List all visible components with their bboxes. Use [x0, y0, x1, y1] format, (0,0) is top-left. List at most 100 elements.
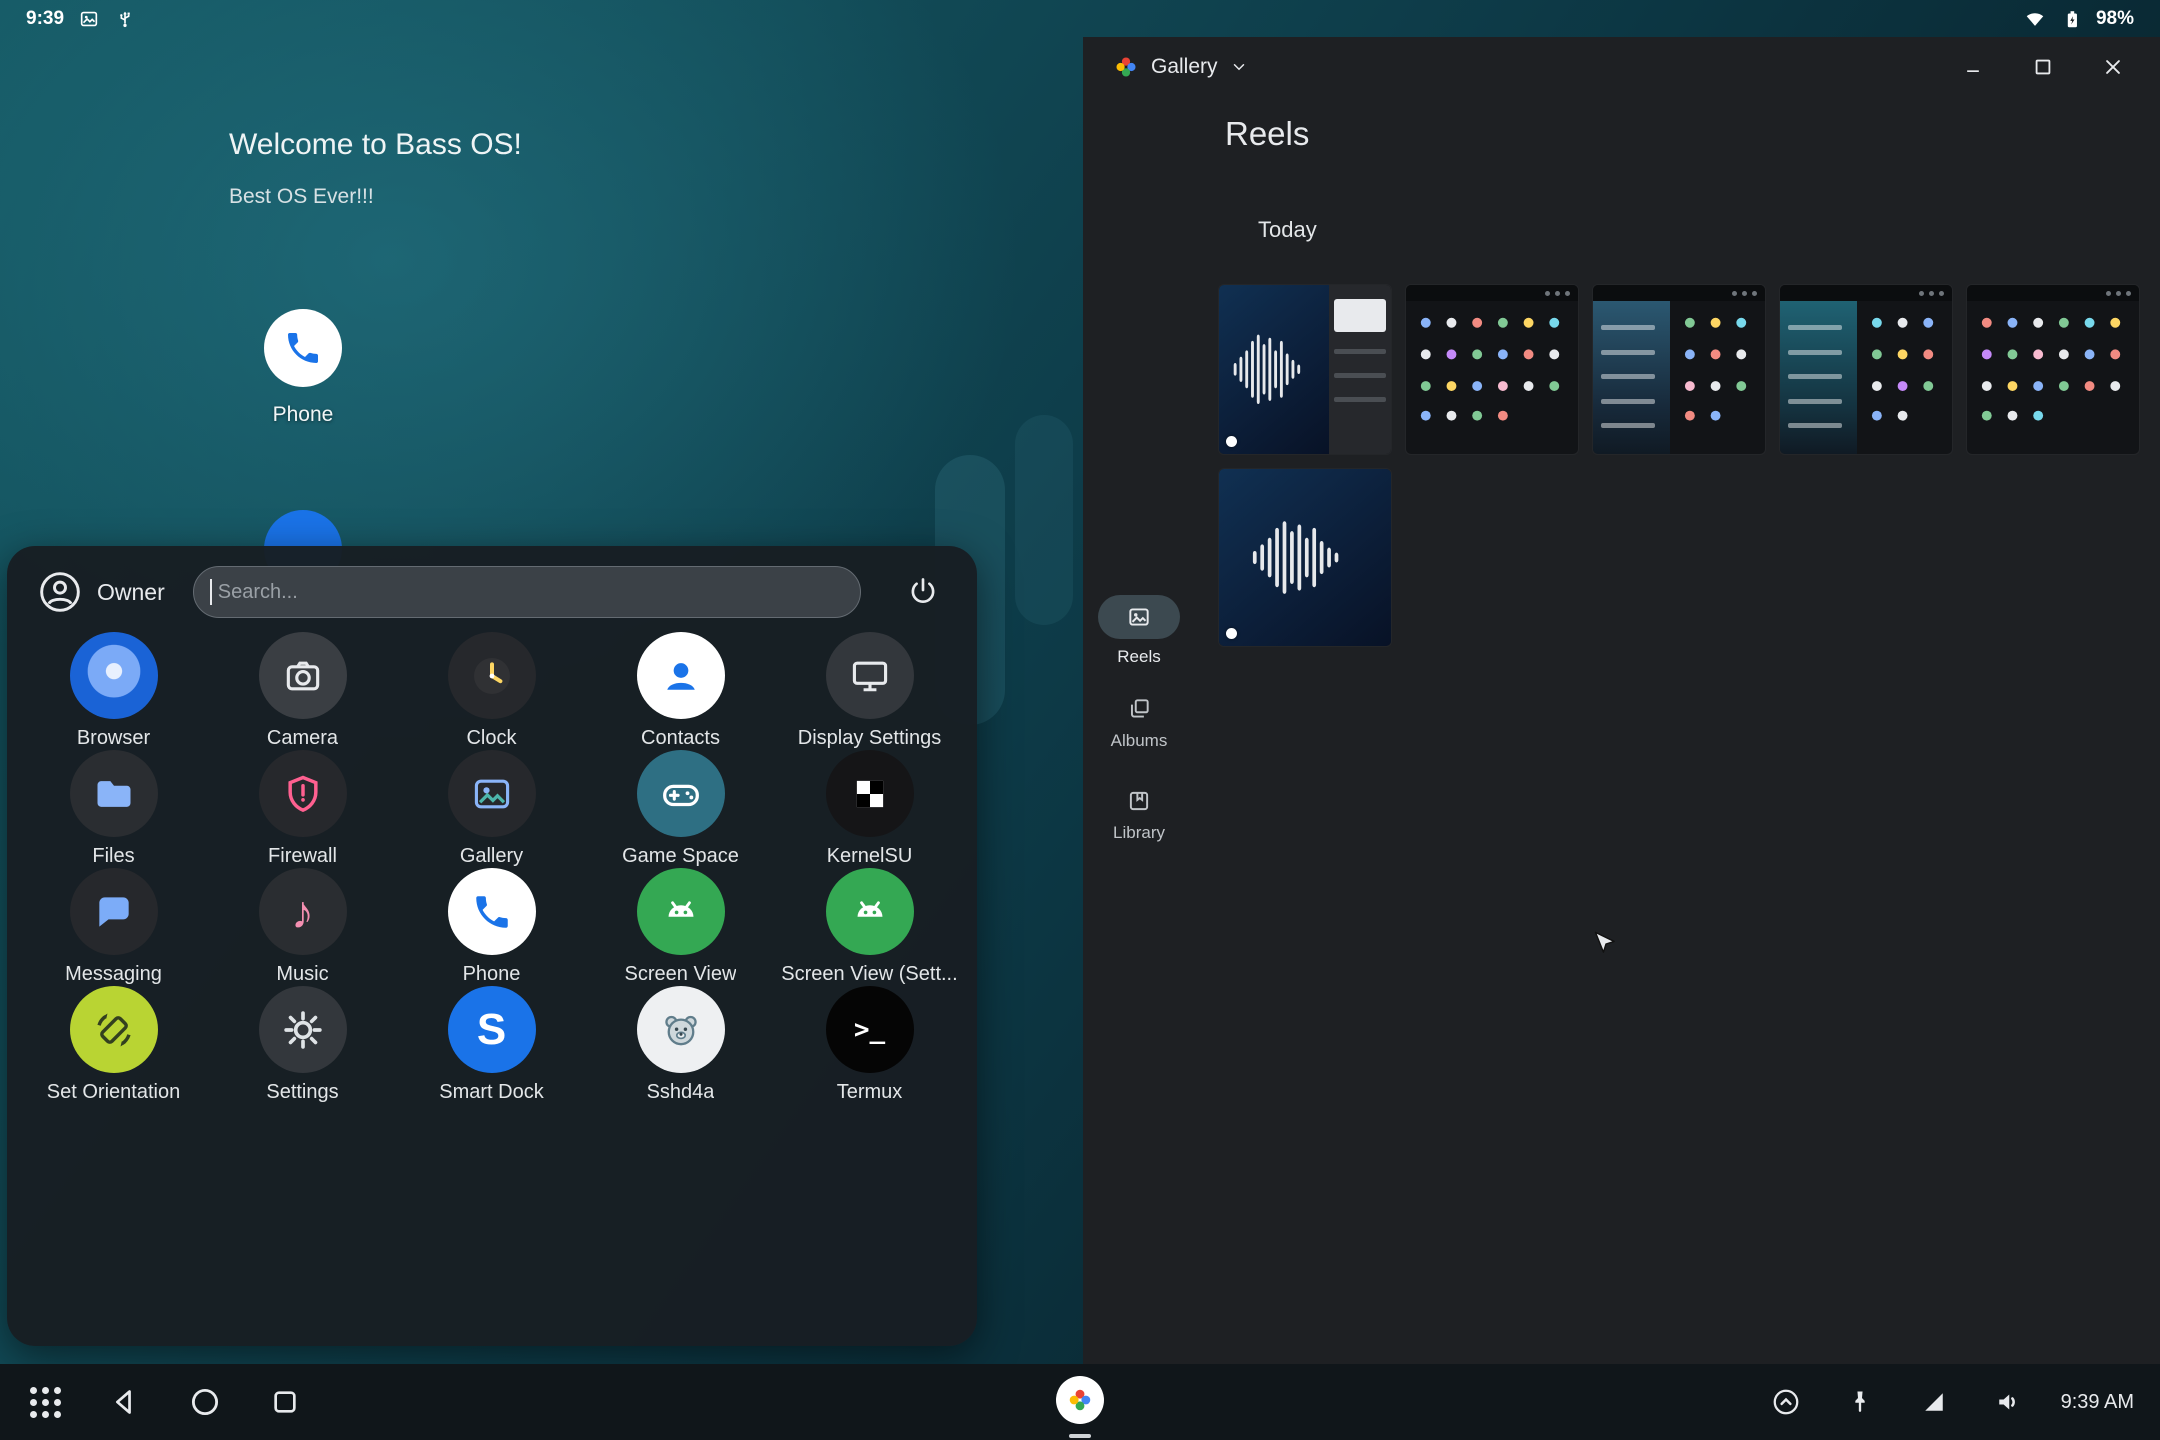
teddy-bear-icon — [637, 986, 725, 1073]
firewall-icon — [259, 750, 347, 837]
welcome-subtitle: Best OS Ever!!! — [229, 185, 374, 209]
desktop-icon-phone[interactable]: Phone — [223, 309, 383, 427]
thumbnail-subwindow — [1329, 285, 1391, 454]
owner-avatar[interactable] — [37, 569, 83, 615]
gallery-thumbnail[interactable] — [1592, 284, 1766, 455]
launcher-app-gallery[interactable]: Gallery — [397, 750, 586, 868]
search-input[interactable] — [193, 566, 861, 618]
nav-albums[interactable]: Albums — [1083, 695, 1195, 751]
launcher-header: Owner — [7, 546, 977, 638]
expand-tray-button[interactable] — [1765, 1381, 1807, 1423]
gallery-pinwheel-icon — [1066, 1386, 1094, 1414]
mouse-cursor — [1592, 930, 1620, 958]
taskbar: 9:39 AM — [0, 1364, 2160, 1440]
gallery-thumbnail[interactable] — [1966, 284, 2140, 455]
music-icon: ♪ — [259, 868, 347, 955]
gallery-thumbnail[interactable] — [1218, 468, 1392, 647]
messaging-icon — [70, 868, 158, 955]
maximize-button[interactable] — [2030, 54, 2056, 80]
speaker-icon — [1993, 1387, 2023, 1417]
taskbar-clock[interactable]: 9:39 AM — [2061, 1391, 2134, 1414]
launcher-app-game-space[interactable]: Game Space — [586, 750, 775, 868]
launcher-app-set-orientation[interactable]: Set Orientation — [19, 986, 208, 1104]
recents-button[interactable] — [264, 1381, 306, 1423]
gallery-thumbnail[interactable] — [1218, 284, 1392, 455]
reels-icon — [1126, 604, 1152, 630]
back-triangle-icon — [108, 1385, 142, 1419]
phone-app-icon — [448, 868, 536, 955]
page-title: Reels — [1225, 115, 1309, 153]
launcher-app-clock[interactable]: Clock — [397, 632, 586, 750]
set-orientation-icon — [70, 986, 158, 1073]
app-launcher-panel: Owner Browser — [7, 546, 977, 1346]
gallery-icon — [448, 750, 536, 837]
launcher-app-camera[interactable]: Camera — [208, 632, 397, 750]
chevron-down-icon — [1230, 58, 1248, 76]
status-bar: 9:39 — [0, 0, 2160, 37]
nav-label: Albums — [1083, 731, 1195, 751]
text-caret — [210, 579, 212, 605]
files-icon — [70, 750, 158, 837]
app-label: Screen View (Sett... — [781, 963, 957, 986]
power-button[interactable] — [899, 568, 947, 616]
app-label: Phone — [463, 963, 521, 986]
owner-label: Owner — [97, 579, 165, 606]
launcher-app-kernelsu[interactable]: KernelSU — [775, 750, 964, 868]
section-label: Today — [1258, 217, 1317, 243]
back-button[interactable] — [104, 1381, 146, 1423]
launcher-app-sshd4a[interactable]: Sshd4a — [586, 986, 775, 1104]
launcher-app-display-settings[interactable]: Display Settings — [775, 632, 964, 750]
gallery-thumbnail[interactable] — [1779, 284, 1953, 455]
nav-label: Library — [1083, 823, 1195, 843]
screen-view-icon — [637, 868, 725, 955]
launcher-app-music[interactable]: ♪ Music — [208, 868, 397, 986]
game-space-icon — [637, 750, 725, 837]
launcher-app-phone[interactable]: Phone — [397, 868, 586, 986]
nav-library[interactable]: Library — [1083, 787, 1195, 843]
running-app-indicator — [1069, 1434, 1091, 1438]
close-button[interactable] — [2100, 54, 2126, 80]
welcome-title: Welcome to Bass OS! — [229, 128, 522, 162]
launcher-app-firewall[interactable]: Firewall — [208, 750, 397, 868]
recents-square-icon — [269, 1386, 301, 1418]
arrow-up-circle-icon — [1771, 1387, 1801, 1417]
app-drawer-button[interactable] — [24, 1381, 66, 1423]
gallery-titlebar: Gallery — [1083, 37, 2160, 97]
contacts-icon — [637, 632, 725, 719]
pin-button[interactable] — [1839, 1381, 1881, 1423]
battery-status-icon — [2060, 8, 2082, 30]
home-circle-icon — [188, 1385, 222, 1419]
nav-reels[interactable]: Reels — [1083, 595, 1195, 667]
app-label: Game Space — [622, 845, 739, 868]
app-label: Gallery — [460, 845, 523, 868]
display-settings-icon — [826, 632, 914, 719]
app-label: Termux — [837, 1081, 903, 1104]
launcher-app-screen-view[interactable]: Screen View — [586, 868, 775, 986]
usb-notification-icon — [114, 8, 136, 30]
battery-percent: 98% — [2096, 8, 2134, 30]
desktop-icon-label: Phone — [223, 403, 383, 427]
app-label: Set Orientation — [47, 1081, 180, 1104]
taskbar-gallery-app[interactable] — [1056, 1376, 1104, 1424]
launcher-app-messaging[interactable]: Messaging — [19, 868, 208, 986]
launcher-app-smart-dock[interactable]: S Smart Dock — [397, 986, 586, 1104]
launcher-app-screen-view-settings[interactable]: Screen View (Sett... — [775, 868, 964, 986]
launcher-app-termux[interactable]: >_ Termux — [775, 986, 964, 1104]
pin-icon — [1846, 1388, 1874, 1416]
home-button[interactable] — [184, 1381, 226, 1423]
minimize-button[interactable] — [1960, 54, 1986, 80]
volume-button[interactable] — [1987, 1381, 2029, 1423]
app-label: Files — [92, 845, 134, 868]
albums-icon — [1126, 696, 1152, 722]
search-wrap — [193, 566, 861, 618]
network-button[interactable] — [1913, 1381, 1955, 1423]
app-label: Music — [276, 963, 328, 986]
kernelsu-icon — [826, 750, 914, 837]
launcher-app-contacts[interactable]: Contacts — [586, 632, 775, 750]
launcher-app-settings[interactable]: Settings — [208, 986, 397, 1104]
gallery-thumbnail[interactable] — [1405, 284, 1579, 455]
launcher-app-browser[interactable]: Browser — [19, 632, 208, 750]
app-label: Screen View — [625, 963, 737, 986]
launcher-app-files[interactable]: Files — [19, 750, 208, 868]
phone-icon — [264, 309, 342, 387]
